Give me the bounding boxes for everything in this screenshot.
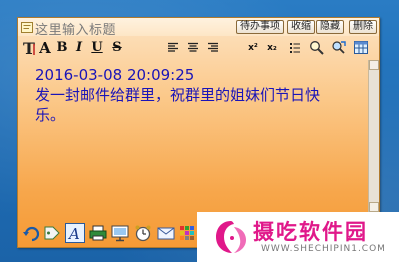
hide-button[interactable]: 隐藏	[316, 20, 344, 34]
watermark-banner: 摄吃软件园 WWW.SHECHIPIN1.COM	[197, 212, 399, 262]
watermark-logo	[216, 221, 246, 253]
format-toolbar: T A B I U S x² x₂	[18, 37, 379, 59]
note-icon	[21, 22, 33, 33]
note-text-line-2: 乐。	[35, 106, 66, 124]
svg-text:T: T	[23, 40, 35, 56]
collapse-button[interactable]: 收缩	[287, 20, 315, 34]
todo-button[interactable]: 待办事项	[236, 20, 284, 34]
superscript-button[interactable]: x²	[246, 39, 260, 56]
font-icon[interactable]: A	[65, 223, 85, 243]
screen-icon[interactable]	[111, 224, 129, 242]
vertical-scrollbar[interactable]	[368, 60, 379, 212]
tag-icon[interactable]	[43, 224, 61, 242]
subscript-button[interactable]: x₂	[265, 39, 279, 56]
strikethrough-button[interactable]: S	[110, 39, 124, 56]
mail-icon[interactable]	[157, 224, 175, 242]
delete-button[interactable]: 删除	[349, 20, 377, 34]
align-left-icon[interactable]	[166, 39, 180, 56]
font-family-icon[interactable]: T	[21, 39, 37, 56]
italic-button[interactable]: I	[73, 39, 85, 56]
replace-icon[interactable]	[330, 39, 346, 56]
scroll-down-arrow-icon[interactable]	[369, 202, 379, 212]
note-title-bar[interactable]: 这里输入标题 待办事项 收缩 隐藏 删除	[18, 18, 379, 38]
align-center-icon[interactable]	[186, 39, 200, 56]
bullet-list-icon[interactable]	[288, 39, 302, 56]
printer-icon[interactable]	[89, 224, 107, 242]
undo-icon[interactable]	[22, 224, 40, 242]
scroll-up-arrow-icon[interactable]	[369, 60, 379, 70]
note-title-input[interactable]: 这里输入标题	[35, 19, 116, 38]
table-icon[interactable]	[353, 39, 369, 56]
note-timestamp: 2016-03-08 20:09:25	[35, 66, 195, 84]
alarm-clock-icon[interactable]	[134, 224, 152, 242]
note-text-line-1: 发一封邮件给群里，祝群里的姐妹们节日快	[35, 86, 321, 104]
font-size-button[interactable]: A	[38, 39, 52, 57]
find-icon[interactable]	[308, 39, 324, 56]
watermark-url: WWW.SHECHIPIN1.COM	[261, 244, 386, 254]
color-palette-icon[interactable]	[178, 224, 196, 242]
align-right-icon[interactable]	[206, 39, 220, 56]
svg-text:A: A	[67, 225, 80, 243]
note-content-editor[interactable]: 2016-03-08 20:09:25 发一封邮件给群里，祝群里的姐妹们节日快 …	[18, 60, 368, 212]
watermark-text: 摄吃软件园	[253, 220, 368, 244]
bold-button[interactable]: B	[55, 39, 69, 56]
underline-button[interactable]: U	[90, 39, 104, 56]
